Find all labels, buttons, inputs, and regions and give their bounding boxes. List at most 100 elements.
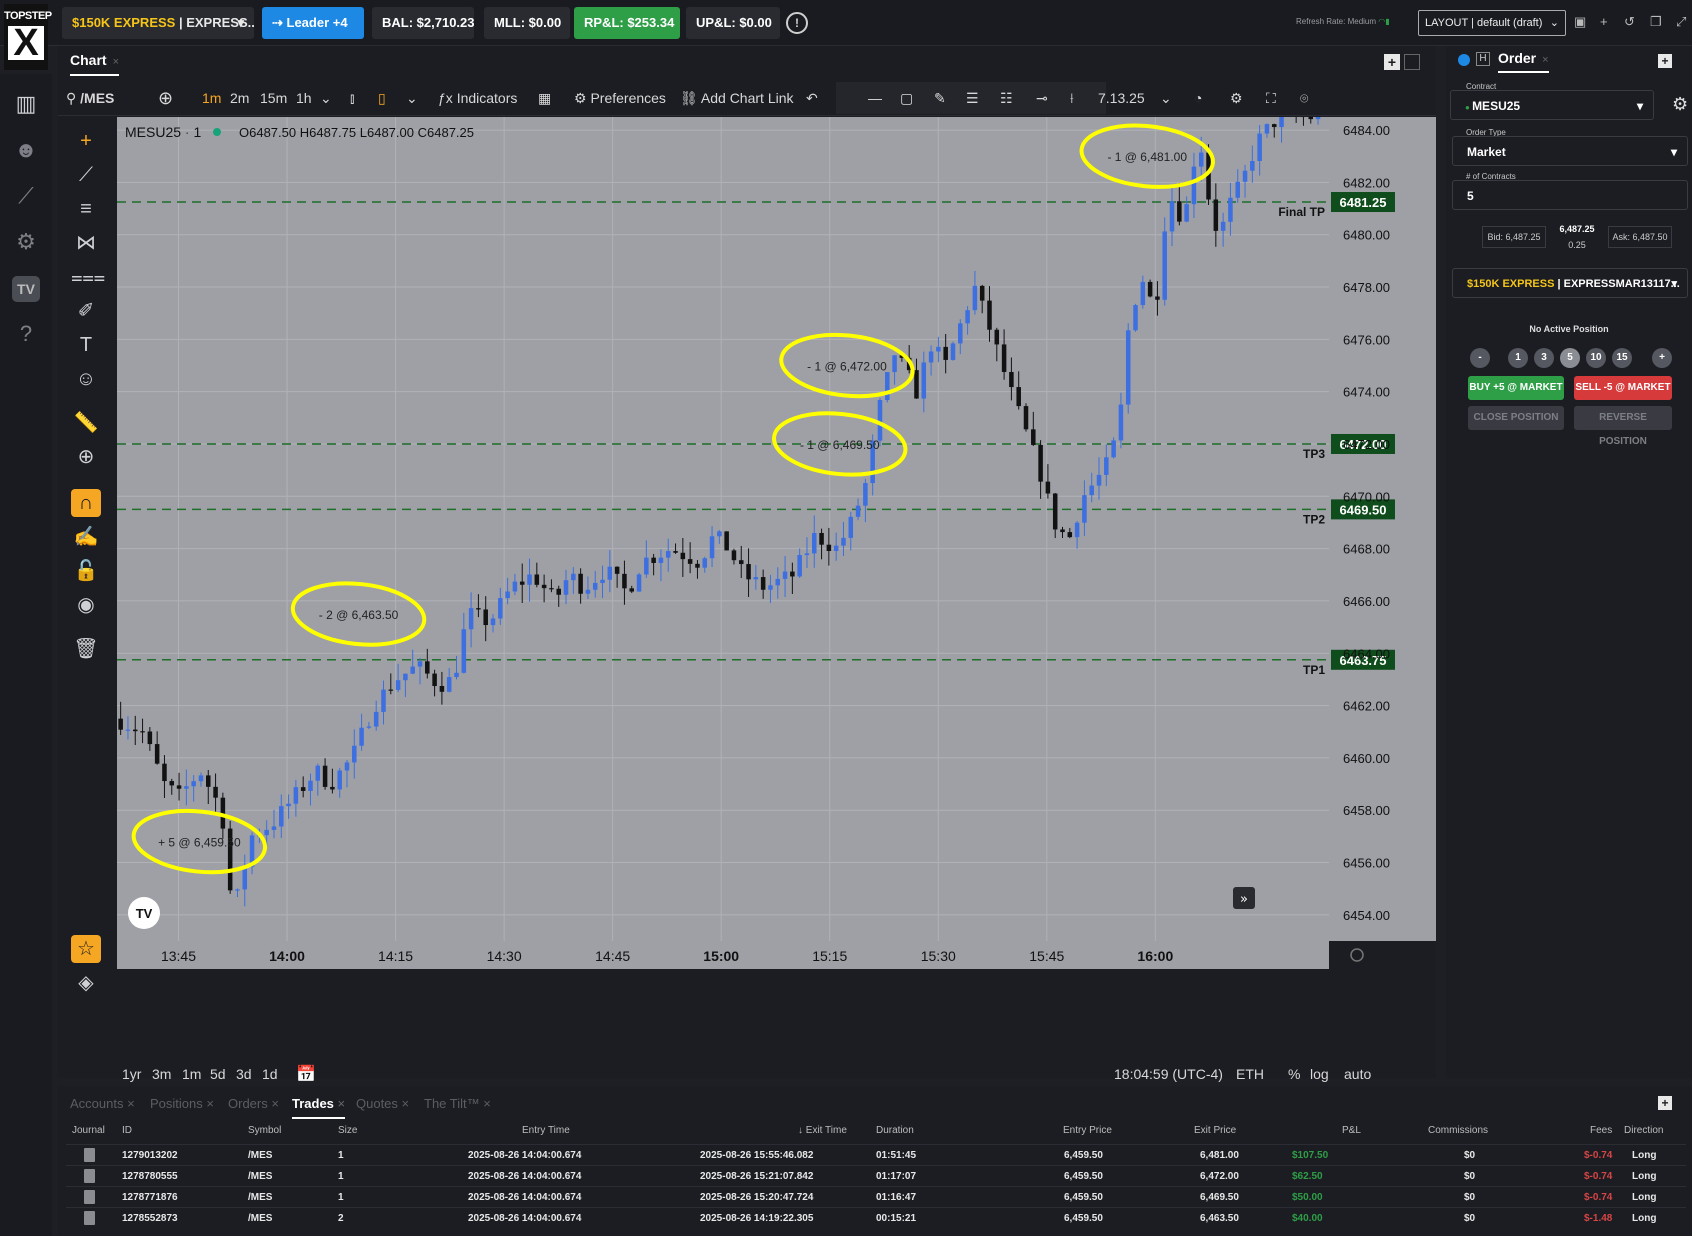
qty-1-button[interactable]: 1 (1508, 348, 1528, 368)
contracts-input[interactable]: 5 (1452, 180, 1688, 210)
col-commissions[interactable]: Commissions (1428, 1125, 1488, 1136)
lock-icon[interactable]: 🔓 (71, 557, 101, 585)
order-type-select[interactable]: Market ▾ (1452, 136, 1688, 166)
chevron-down-icon[interactable]: ⌄ (406, 86, 418, 110)
trash-icon[interactable]: 🗑 (71, 635, 101, 663)
range-5d[interactable]: 5d (210, 1066, 226, 1082)
eye-icon[interactable]: ◉ (71, 591, 101, 619)
rectangle-icon[interactable]: ▢ (900, 86, 913, 110)
info-icon[interactable]: ! (786, 12, 808, 34)
col-entry-price[interactable]: Entry Price (1063, 1125, 1112, 1136)
journal-note-icon[interactable] (84, 1148, 95, 1162)
col-duration[interactable]: Duration (876, 1125, 914, 1136)
journal-note-icon[interactable] (84, 1211, 95, 1225)
chevron-down-icon[interactable]: ⌄ (320, 86, 332, 110)
journal-note-icon[interactable] (84, 1190, 95, 1204)
col-size[interactable]: Size (338, 1125, 357, 1136)
add-panel-icon[interactable]: + (1658, 54, 1672, 68)
tab-accounts[interactable]: Accounts × (70, 1096, 135, 1111)
qty-15-button[interactable]: 15 (1612, 348, 1632, 368)
leader-button[interactable]: ⇢ Leader +4 (262, 7, 364, 39)
timeframe-2m[interactable]: 2m (230, 86, 249, 110)
close-icon[interactable]: × (483, 1096, 491, 1111)
replay-icon[interactable]: ◔ (1194, 86, 1202, 110)
emoji-icon[interactable]: ☺ (71, 365, 101, 393)
channel-icon[interactable]: ☷ (1000, 86, 1013, 110)
compare-add-icon[interactable]: ⊕ (158, 86, 173, 110)
col-entry-time[interactable]: Entry Time (522, 1125, 570, 1136)
reverse-position-button[interactable]: REVERSE POSITION (1574, 406, 1672, 447)
help-icon[interactable]: ? (10, 318, 42, 350)
table-row[interactable]: 1278780555/MES 1 2025-08-26 14:04:00.674 20… (66, 1165, 1686, 1186)
ruler-icon[interactable]: 📏 (71, 409, 101, 437)
col-exit-price[interactable]: Exit Price (1194, 1125, 1236, 1136)
close-icon[interactable]: × (271, 1096, 279, 1111)
save-layout-icon[interactable]: ▣ (1574, 14, 1586, 30)
trading-chart-icon[interactable]: ▥ (10, 88, 42, 120)
brush-icon[interactable]: ✎ (934, 86, 946, 110)
tab-chart[interactable]: Chart × (70, 52, 119, 76)
price-chart[interactable]: Final TP 6481.25 TP3 6472.00 TP2 6469.50 TP1 64… (117, 117, 1436, 1012)
auto-scale-toggle[interactable]: auto (1344, 1066, 1371, 1082)
timeframe-1m[interactable]: 1m (202, 86, 221, 110)
contract-select[interactable]: ● MESU25 ▾ (1450, 90, 1654, 120)
crosshair-icon[interactable]: + (71, 127, 101, 155)
range-3d[interactable]: 3d (236, 1066, 252, 1082)
camera-icon[interactable]: ⌾ (1300, 86, 1308, 110)
range-icon[interactable]: ⊸ (1036, 86, 1048, 110)
trend-line-icon[interactable]: ⟋ (71, 161, 101, 189)
undo-icon[interactable]: ↺ (1624, 14, 1635, 30)
ask-price[interactable]: Ask: 6,487.50 (1608, 226, 1672, 248)
symbol-search[interactable]: ⚲ /MES (66, 86, 114, 110)
horizontal-line-icon[interactable]: — (868, 86, 882, 110)
close-icon[interactable]: × (338, 1096, 346, 1111)
close-position-button[interactable]: CLOSE POSITION (1468, 406, 1564, 430)
tab-order[interactable]: Order × (1498, 50, 1549, 73)
date-range-calendar-icon[interactable]: 📅 (296, 1064, 316, 1084)
zoom-in-icon[interactable]: ⊕ (71, 443, 101, 471)
range-1m[interactable]: 1m (182, 1066, 201, 1082)
close-icon[interactable]: × (113, 56, 119, 68)
analytics-icon[interactable]: ⟋ (10, 180, 42, 212)
tab-positions[interactable]: Positions × (150, 1096, 214, 1111)
qty-decrement-button[interactable]: - (1470, 348, 1490, 368)
pattern-icon[interactable]: ⋈ (71, 229, 101, 257)
tab-the-tilt[interactable]: The Tilt™ × (424, 1096, 491, 1111)
magnet-icon[interactable]: ∩ (71, 489, 101, 517)
fullscreen-icon[interactable]: ⛶ (1266, 86, 1276, 110)
table-row[interactable]: 1278771876/MES 1 2025-08-26 14:04:00.674 20… (66, 1186, 1686, 1207)
indicators-button[interactable]: ƒx Indicators (438, 86, 517, 110)
table-row[interactable]: 1279013202/MES 1 2025-08-26 14:04:00.674 20… (66, 1144, 1686, 1165)
fib-retracement-icon[interactable]: ≡ (71, 195, 101, 223)
link-color-icon[interactable] (1458, 54, 1470, 66)
qty-3-button[interactable]: 3 (1534, 348, 1554, 368)
layout-selector[interactable]: LAYOUT | default (draft) ⌄ (1418, 10, 1566, 36)
col-symbol[interactable]: Symbol (248, 1125, 281, 1136)
sell-market-button[interactable]: SELL -5 @ MARKET (1574, 376, 1672, 400)
brush-icon[interactable]: ✐ (71, 297, 101, 325)
settings-gear-icon[interactable]: ⚙ (10, 226, 42, 258)
session-toggle[interactable]: ETH (1236, 1066, 1264, 1082)
order-account-select[interactable]: $150K EXPRESS | EXPRESSMAR13117... ▾ (1452, 268, 1688, 298)
qty-increment-button[interactable]: + (1652, 348, 1672, 368)
tab-quotes[interactable]: Quotes × (356, 1096, 409, 1111)
percent-scale-toggle[interactable]: % (1288, 1066, 1300, 1082)
vertical-line-icon[interactable]: ⟊ (1070, 86, 1074, 110)
close-icon[interactable]: × (206, 1096, 214, 1111)
timeframe-15m[interactable]: 15m (260, 86, 287, 110)
bid-price[interactable]: Bid: 6,487.25 (1482, 226, 1546, 248)
settings-gear-icon[interactable]: ⚙ (1672, 94, 1688, 115)
col-exit-time[interactable]: ↓ Exit Time (798, 1125, 847, 1136)
maximize-panel-icon[interactable] (1404, 54, 1420, 70)
undo-icon[interactable]: ↶ (806, 86, 818, 110)
forecast-icon[interactable]: ⩶ (71, 263, 105, 291)
text-icon[interactable]: T (71, 331, 101, 359)
fullscreen-icon[interactable]: ⤢ (1676, 14, 1686, 30)
range-1yr[interactable]: 1yr (122, 1066, 141, 1082)
window-icon[interactable]: ❐ (1650, 14, 1662, 30)
log-scale-toggle[interactable]: log (1310, 1066, 1329, 1082)
tab-orders[interactable]: Orders × (228, 1096, 279, 1111)
buy-market-button[interactable]: BUY +5 @ MARKET (1468, 376, 1564, 400)
chart-plot-area[interactable] (117, 117, 1329, 941)
col-fees[interactable]: Fees (1590, 1125, 1612, 1136)
